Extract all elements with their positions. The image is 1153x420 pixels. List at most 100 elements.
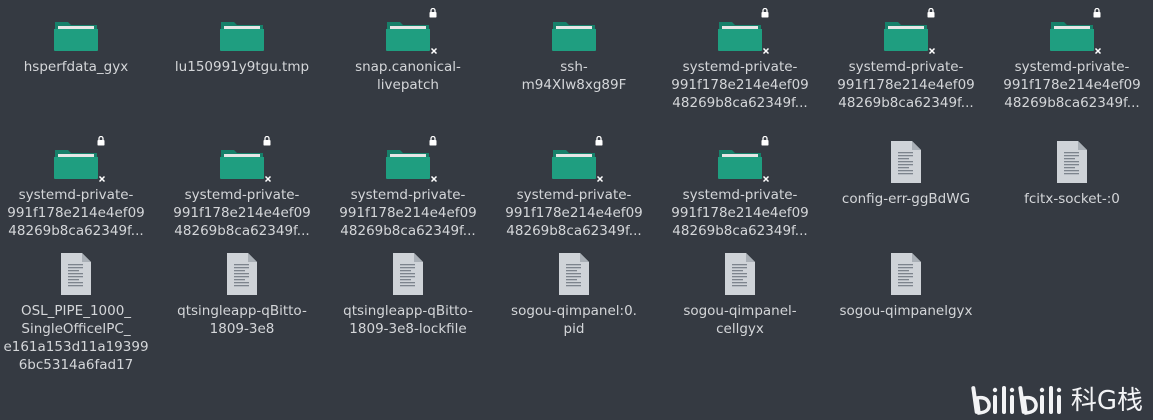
x-icon [430, 47, 438, 55]
x-icon [264, 175, 272, 183]
item-label-line: systemd-private- [682, 187, 798, 203]
folder-item[interactable]: snap.canonical-livepatch [328, 8, 488, 94]
item-label-line: sogou-qimpanelgyx [839, 303, 973, 319]
item-label-line: systemd-private- [350, 187, 466, 203]
folder-icon [550, 10, 598, 52]
item-label-line: 991f178e214e4ef09 [837, 77, 975, 93]
folder-item[interactable]: systemd-private- 991f178e214e4ef09 48269b8… [826, 8, 986, 112]
text-file-icon [882, 138, 930, 184]
folder-item[interactable]: systemd-private- 991f178e214e4ef09 48269b8… [162, 136, 322, 240]
folder-icon [716, 136, 770, 183]
item-label: config-err-ggBdWG [831, 190, 981, 208]
lock-icon [1093, 8, 1101, 18]
item-label-line: cellgyx [716, 321, 764, 337]
file-item[interactable]: sogou-qimpanel:0. pid [494, 250, 654, 338]
item-label: systemd-private- 991f178e214e4ef09 48269b8… [333, 186, 483, 240]
item-label-line: OSL_PIPE_1000_ [20, 303, 132, 319]
file-item[interactable]: qtsingleapp-qBitto- 1809-3e8 [162, 250, 322, 338]
item-label-line: pid [563, 321, 585, 337]
file-item[interactable]: fcitx-socket-:0 [992, 138, 1152, 208]
item-label: systemd-private- 991f178e214e4ef09 48269b8… [665, 58, 815, 112]
item-label-line: 991f178e214e4ef09 [1003, 77, 1141, 93]
folder-icon [52, 10, 100, 52]
folder-item[interactable]: hsperfdata_gyx [0, 10, 156, 76]
item-label-line: sogou-qimpanel- [683, 303, 797, 319]
item-label: ssh-m94XIw8xg89F [499, 58, 649, 94]
item-label-line: 48269b8ca62349f... [340, 223, 476, 239]
item-label-line: qtsingleapp-qBitto- [177, 303, 307, 319]
item-label: lu150991y9tgu.tmp [167, 58, 317, 76]
x-icon [928, 47, 936, 55]
folder-icon [1048, 8, 1102, 55]
folder-item[interactable]: systemd-private- 991f178e214e4ef09 48269b8… [660, 8, 820, 112]
item-label-line: 991f178e214e4ef09 [505, 205, 643, 221]
text-file-icon [384, 250, 432, 296]
watermark-text: 科G栈 [1070, 386, 1143, 416]
lock-icon [927, 8, 935, 18]
file-item[interactable]: qtsingleapp-qBitto- 1809-3e8-lockfile [328, 250, 488, 338]
folder-icon [384, 136, 438, 183]
lock-icon [761, 8, 769, 18]
item-label-line: 48269b8ca62349f... [672, 95, 808, 111]
item-label: sogou-qimpanel:0. pid [499, 302, 649, 338]
x-icon [430, 175, 438, 183]
lock-icon [429, 136, 437, 146]
text-file-icon [550, 250, 598, 296]
item-label-line: 48269b8ca62349f... [174, 223, 310, 239]
text-file-icon [218, 250, 266, 296]
x-icon [98, 175, 106, 183]
item-label-line: systemd-private- [848, 59, 964, 75]
item-label: systemd-private- 991f178e214e4ef09 48269b8… [997, 58, 1147, 112]
item-label-line: config-err-ggBdWG [841, 191, 971, 207]
folder-item[interactable]: systemd-private- 991f178e214e4ef09 48269b8… [494, 136, 654, 240]
item-label-line: 991f178e214e4ef09 [173, 205, 311, 221]
item-label-line: systemd-private- [682, 59, 798, 75]
file-grid: hsperfdata_gyx lu150991y9tgu.tmp snap.cano… [0, 0, 1153, 420]
item-label-line: 48269b8ca62349f... [1004, 95, 1140, 111]
folder-item[interactable]: systemd-private- 991f178e214e4ef09 48269b8… [328, 136, 488, 240]
folder-icon [218, 136, 272, 183]
item-label: qtsingleapp-qBitto- 1809-3e8-lockfile [333, 302, 483, 338]
folder-icon [52, 136, 106, 183]
folder-item[interactable]: ssh-m94XIw8xg89F [494, 10, 654, 94]
item-label-line: systemd-private- [516, 187, 632, 203]
item-label: systemd-private- 991f178e214e4ef09 48269b8… [167, 186, 317, 240]
folder-item[interactable]: systemd-private- 991f178e214e4ef09 48269b8… [0, 136, 156, 240]
item-label: hsperfdata_gyx [1, 58, 151, 76]
item-label-line: livepatch [377, 77, 439, 93]
item-label-line: qtsingleapp-qBitto- [343, 303, 473, 319]
x-icon [762, 175, 770, 183]
file-item[interactable]: sogou-qimpanelgyx [826, 250, 986, 320]
item-label: systemd-private- 991f178e214e4ef09 48269b8… [831, 58, 981, 112]
file-item[interactable]: sogou-qimpanel-cellgyx [660, 250, 820, 338]
watermark: 科G栈 [971, 382, 1143, 416]
item-label-line: 1809-3e8 [209, 321, 275, 337]
item-label-line: systemd-private- [1014, 59, 1130, 75]
item-label-line: 6bc5314a6fad17 [18, 357, 134, 373]
item-label-line: 1809-3e8-lockfile [349, 321, 467, 337]
item-label-line: 991f178e214e4ef09 [671, 77, 809, 93]
folder-icon [218, 10, 266, 52]
lock-icon [429, 8, 437, 18]
folder-icon [716, 8, 770, 55]
item-label-line: 48269b8ca62349f... [672, 223, 808, 239]
item-label-line: 991f178e214e4ef09 [671, 205, 809, 221]
item-label-line: systemd-private- [18, 187, 134, 203]
item-label: qtsingleapp-qBitto- 1809-3e8 [167, 302, 317, 338]
folder-item[interactable]: systemd-private- 991f178e214e4ef09 48269b8… [660, 136, 820, 240]
lock-icon [263, 136, 271, 146]
item-label: systemd-private- 991f178e214e4ef09 48269b8… [499, 186, 649, 240]
item-label-line: hsperfdata_gyx [23, 59, 129, 75]
folder-item[interactable]: systemd-private- 991f178e214e4ef09 48269b8… [992, 8, 1152, 112]
item-label-line: lu150991y9tgu.tmp [174, 59, 310, 75]
folder-icon [550, 136, 604, 183]
item-label-line: 48269b8ca62349f... [506, 223, 642, 239]
item-label-line: systemd-private- [184, 187, 300, 203]
file-item[interactable]: config-err-ggBdWG [826, 138, 986, 208]
item-label: OSL_PIPE_1000_ SingleOfficeIPC_ e161a153d1… [1, 302, 151, 374]
item-label-line: e161a153d11a19399 [3, 339, 149, 355]
file-item[interactable]: OSL_PIPE_1000_ SingleOfficeIPC_ e161a153d1… [0, 250, 156, 374]
text-file-icon [716, 250, 764, 296]
item-label: systemd-private- 991f178e214e4ef09 48269b8… [665, 186, 815, 240]
folder-item[interactable]: lu150991y9tgu.tmp [162, 10, 322, 76]
